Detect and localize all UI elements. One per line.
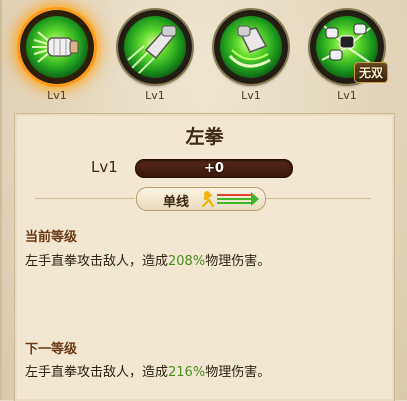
wushuang-badge: 无双 xyxy=(353,62,388,83)
next-percent: 216% xyxy=(168,365,206,380)
next-desc-text-a: 左手直拳攻击敌人，造成 xyxy=(25,365,169,380)
next-desc-text-b: 物理伤害。 xyxy=(205,365,271,380)
skill-ring xyxy=(214,10,288,84)
frame-edge xyxy=(0,0,2,400)
sweep-icon xyxy=(220,16,282,78)
current-percent: 208% xyxy=(168,254,206,269)
target-type-tag: 单线 xyxy=(136,187,266,211)
target-type-label: 单线 xyxy=(163,195,190,210)
divider-left xyxy=(35,198,135,199)
skill-slot-sweep[interactable]: Lv1 xyxy=(208,6,294,104)
next-level-description: 左手直拳攻击敌人，造成216%物理伤害。 xyxy=(25,361,270,380)
skill-screen: Lv1 Lv1 Lv1 无双 Lv1 左拳 Lv1 +0 单线 当前等级 左手直… xyxy=(0,0,407,401)
level-label: Lv1 xyxy=(91,158,118,176)
current-desc-text-b: 物理伤害。 xyxy=(205,254,271,269)
skill-slot-wushuang[interactable]: 无双 Lv1 xyxy=(304,6,390,104)
skill-slot-dash-strike[interactable]: Lv1 xyxy=(112,6,198,104)
single-line-attack-icon xyxy=(201,191,259,208)
next-level-header: 下一等级 xyxy=(25,342,78,357)
exp-bar-text: +0 xyxy=(204,161,224,176)
skill-level: Lv1 xyxy=(145,89,165,102)
skill-ring xyxy=(20,10,94,84)
skill-detail-panel: 左拳 Lv1 +0 单线 当前等级 左手直拳攻击敌人，造成208%物理伤害。 下… xyxy=(14,113,395,401)
skill-slot-left-fist[interactable]: Lv1 xyxy=(14,6,100,104)
current-level-header: 当前等级 xyxy=(25,230,78,245)
exp-bar: +0 xyxy=(135,159,293,178)
divider-right xyxy=(265,198,371,199)
fist-icon xyxy=(26,16,88,78)
current-level-description: 左手直拳攻击敌人，造成208%物理伤害。 xyxy=(25,250,270,269)
skill-title: 左拳 xyxy=(185,126,224,148)
skill-level: Lv1 xyxy=(47,89,67,102)
current-desc-text-a: 左手直拳攻击敌人，造成 xyxy=(25,254,169,269)
skill-level: Lv1 xyxy=(241,89,261,102)
dash-strike-icon xyxy=(124,16,186,78)
skill-level: Lv1 xyxy=(337,89,357,102)
skill-ring xyxy=(118,10,192,84)
